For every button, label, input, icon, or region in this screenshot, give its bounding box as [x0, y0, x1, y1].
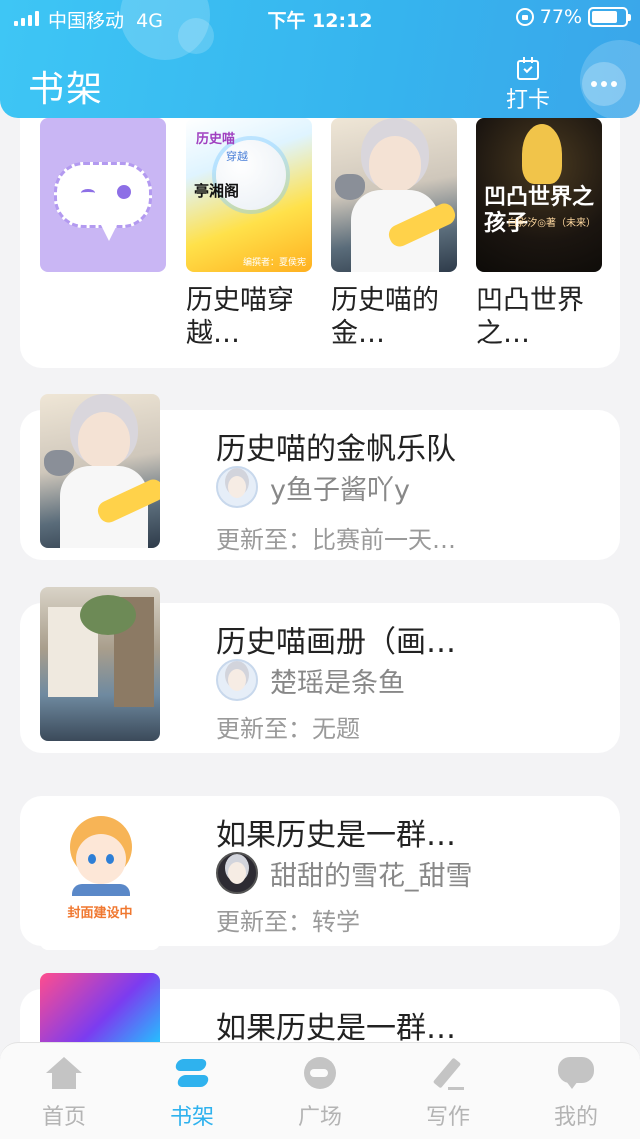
battery-icon — [588, 7, 631, 27]
cover-text: 亭湘阁 — [194, 182, 240, 200]
battery-percent: 77% — [539, 6, 582, 28]
author-name: 甜甜的雪花_甜雪 — [270, 860, 473, 892]
page-title: 书架 — [28, 69, 105, 110]
tab-label: 书架 — [169, 1105, 214, 1130]
pen-icon — [428, 1057, 468, 1093]
checkin-label: 打卡 — [505, 88, 550, 113]
author-name: 楚瑶是条鱼 — [270, 667, 405, 699]
home-icon — [44, 1057, 84, 1093]
status-bar: 中国移动 4G 下午 12:12 77% — [0, 0, 640, 36]
tab-me[interactable]: 我的 — [512, 1043, 640, 1139]
book-title: 历史喵画册（画… — [216, 625, 456, 660]
shelf-book-card[interactable]: 历史喵的金帆乐队 y鱼子酱吖y 更新至：比赛前一天… — [20, 394, 620, 560]
tab-label: 我的 — [553, 1105, 598, 1130]
book-cover: 封面建设中 — [40, 796, 160, 950]
shelf-book-card[interactable]: 历史喵画册（画… 楚瑶是条鱼 更新至：无题 — [20, 587, 620, 753]
book-cover — [40, 118, 166, 272]
recent-book-title: 历史喵穿越… — [186, 285, 294, 349]
app-header: 中国移动 4G 下午 12:12 77% 书架 打卡 — [0, 0, 640, 118]
recent-book-2[interactable]: 历史喵 穿越 亭湘阁 编撰者：夏侯宪 历史喵穿越… — [186, 118, 312, 350]
recent-book-title: 历史喵的金… — [331, 285, 439, 349]
book-title: 如果历史是一群… — [216, 1011, 456, 1046]
avatar — [216, 466, 258, 508]
book-author: y鱼子酱吖y — [216, 466, 410, 508]
calendar-check-icon — [517, 57, 539, 80]
book-cover: 凹凸世界之孩子 白影汐◎著（未来） — [476, 118, 602, 272]
avatar — [216, 659, 258, 701]
book-cover — [40, 394, 160, 548]
shelf-book-card[interactable]: 封面建设中 如果历史是一群… 甜甜的雪花_甜雪 更新至：转学 — [20, 796, 620, 950]
tab-bookshelf[interactable]: 书架 — [128, 1043, 256, 1139]
author-name: y鱼子酱吖y — [270, 474, 410, 506]
checkin-button[interactable]: 打卡 — [502, 57, 554, 114]
book-cover — [331, 118, 457, 272]
tab-label: 广场 — [297, 1105, 342, 1130]
status-right: 77% — [515, 6, 631, 28]
tab-label: 首页 — [41, 1105, 86, 1130]
chat-bubble-icon — [556, 1057, 596, 1093]
book-update: 更新至：转学 — [216, 908, 360, 936]
book-cover — [40, 587, 160, 741]
book-cover: 历史喵 穿越 亭湘阁 编撰者：夏侯宪 — [186, 118, 312, 272]
recent-book-1[interactable] — [40, 118, 166, 272]
book-title: 历史喵的金帆乐队 — [216, 432, 456, 467]
tab-plaza[interactable]: 广场 — [256, 1043, 384, 1139]
tab-label: 写作 — [425, 1105, 470, 1130]
recent-book-title: 凹凸世界之… — [476, 285, 584, 349]
book-title: 如果历史是一群… — [216, 818, 456, 853]
cover-text: 历史喵 — [196, 132, 236, 147]
recent-book-3[interactable]: 历史喵的金… — [331, 118, 457, 350]
book-author: 甜甜的雪花_甜雪 — [216, 852, 473, 894]
bookshelf-icon — [172, 1057, 212, 1093]
avatar — [216, 852, 258, 894]
more-dots-icon[interactable] — [582, 62, 626, 106]
recent-book-4[interactable]: 凹凸世界之孩子 白影汐◎著（未来） 凹凸世界之… — [476, 118, 602, 350]
book-update: 更新至：比赛前一天… — [216, 526, 456, 554]
cover-text: 白影汐◎著（未来） — [507, 218, 596, 229]
tab-home[interactable]: 首页 — [0, 1043, 128, 1139]
rotation-lock-icon — [515, 8, 534, 26]
cover-placeholder-label: 封面建设中 — [67, 906, 133, 921]
book-author: 楚瑶是条鱼 — [216, 659, 405, 701]
chat-bubble-icon — [54, 162, 152, 241]
cover-text: 穿越 — [226, 150, 248, 163]
cover-text: 编撰者：夏侯宪 — [242, 258, 306, 268]
bottom-tab-bar: 首页 书架 广场 写作 我的 — [0, 1042, 640, 1139]
battery-fill — [592, 11, 617, 23]
plaza-icon — [300, 1057, 340, 1093]
tab-write[interactable]: 写作 — [384, 1043, 512, 1139]
book-update: 更新至：无题 — [216, 715, 360, 743]
